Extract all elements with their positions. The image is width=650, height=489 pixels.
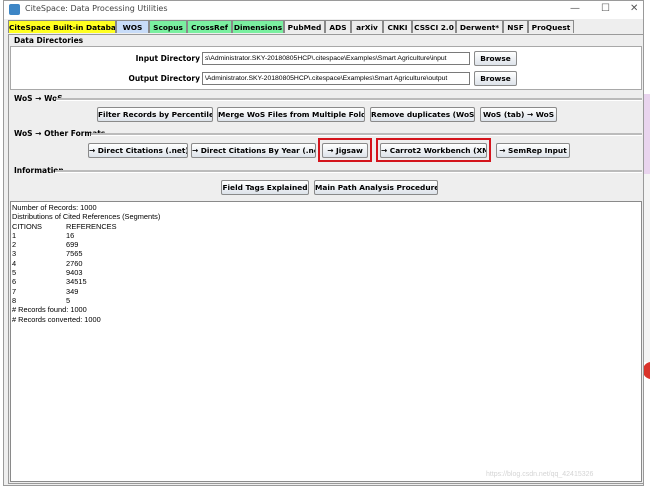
carrot2-workbench-button[interactable]: → Carrot2 Workbench (XML)	[380, 143, 487, 158]
tab-crossref[interactable]: CrossRef	[187, 20, 232, 33]
input-directory-label: Input Directory	[135, 54, 200, 63]
log-line: # Records converted: 1000	[12, 314, 101, 324]
window-title: CiteSpace: Data Processing Utilities	[25, 4, 168, 13]
tab-cssci[interactable]: CSSCI 2.0	[412, 20, 456, 33]
minimize-icon[interactable]: —	[570, 3, 580, 15]
log-table-header: CITIONS REFERENCES	[12, 221, 117, 231]
wos-tab-to-wos-button[interactable]: WoS (tab) → WoS	[480, 107, 557, 122]
log-table-row: 5 9403	[12, 268, 83, 278]
browse-output-button[interactable]: Browse	[474, 71, 517, 86]
close-icon[interactable]: ✕	[630, 3, 638, 15]
section-separator	[91, 133, 642, 136]
tab-dimensions[interactable]: Dimensions	[232, 20, 284, 33]
semrep-input-button[interactable]: → SemRep Input	[496, 143, 570, 158]
log-table-row: 4 2760	[12, 258, 83, 268]
jigsaw-button[interactable]: → Jigsaw	[322, 143, 368, 158]
main-path-analysis-button[interactable]: Main Path Analysis Procedure	[314, 180, 438, 195]
output-log[interactable]: Number of Records: 1000 Distributions of…	[10, 201, 642, 482]
log-table-row: 2 699	[12, 240, 79, 250]
tab-citespace-builtin[interactable]: CiteSpace Built-in Database	[8, 20, 116, 33]
background-window-badge	[643, 362, 650, 379]
tab-ads[interactable]: ADS	[325, 20, 351, 33]
tab-scopus[interactable]: Scopus	[149, 20, 187, 33]
log-line: Number of Records: 1000	[12, 203, 97, 212]
background-window-strip	[644, 94, 650, 174]
app-icon	[9, 4, 20, 15]
log-table-row: 6 34515	[12, 277, 87, 287]
browse-input-button[interactable]: Browse	[474, 51, 517, 66]
tab-pubmed[interactable]: PubMed	[284, 20, 325, 33]
section-separator	[55, 170, 642, 173]
tab-arxiv[interactable]: arXiv	[351, 20, 383, 33]
log-table-row: 7 349	[12, 286, 79, 296]
tab-proquest[interactable]: ProQuest	[528, 20, 574, 33]
log-table-row: 85	[12, 295, 71, 305]
filter-by-percentile-button[interactable]: Filter Records by Percentile	[97, 107, 213, 122]
tab-content-wos: Data Directories Input Directory s\Admin…	[8, 34, 644, 484]
watermark: https://blog.csdn.net/qq_42415326	[486, 471, 594, 478]
background-window-strip	[644, 174, 650, 362]
tab-wos[interactable]: WOS	[116, 20, 149, 33]
remove-duplicates-button[interactable]: Remove duplicates (WoS)	[370, 107, 475, 122]
data-directories-panel: Input Directory s\Administrator.SKY-2018…	[10, 46, 642, 90]
section-separator	[56, 98, 642, 101]
field-tags-explained-button[interactable]: Field Tags Explained	[221, 180, 309, 195]
maximize-icon[interactable]: ☐	[601, 3, 610, 15]
database-tabs: CiteSpace Built-in Database WOS Scopus C…	[8, 20, 644, 34]
log-line: Distributions of Cited References (Segme…	[12, 212, 161, 222]
output-directory-label: Output Directory	[128, 74, 200, 83]
title-bar: CiteSpace: Data Processing Utilities — ☐…	[4, 1, 643, 19]
input-directory-field[interactable]: s\Administrator.SKY-20180805HCP\.citespa…	[202, 52, 470, 65]
tab-cnki[interactable]: CNKI	[383, 20, 412, 33]
app-window: CiteSpace: Data Processing Utilities — ☐…	[3, 0, 644, 486]
log-line: # Records found: 1000	[12, 305, 87, 315]
merge-wos-files-button[interactable]: Merge WoS Files from Multiple Folders	[217, 107, 365, 122]
output-directory-field[interactable]: \Administrator.SKY-20180805HCP\.citespac…	[202, 72, 470, 85]
tab-nsf[interactable]: NSF	[503, 20, 528, 33]
tab-derwent[interactable]: Derwent*	[456, 20, 503, 33]
data-directories-title: Data Directories	[14, 36, 84, 45]
direct-citations-button[interactable]: → Direct Citations (.net)	[88, 143, 188, 158]
log-table-row: 1 16	[12, 230, 75, 240]
direct-citations-by-year-button[interactable]: → Direct Citations By Year (.net)	[191, 143, 316, 158]
log-table-row: 3 7565	[12, 249, 83, 259]
